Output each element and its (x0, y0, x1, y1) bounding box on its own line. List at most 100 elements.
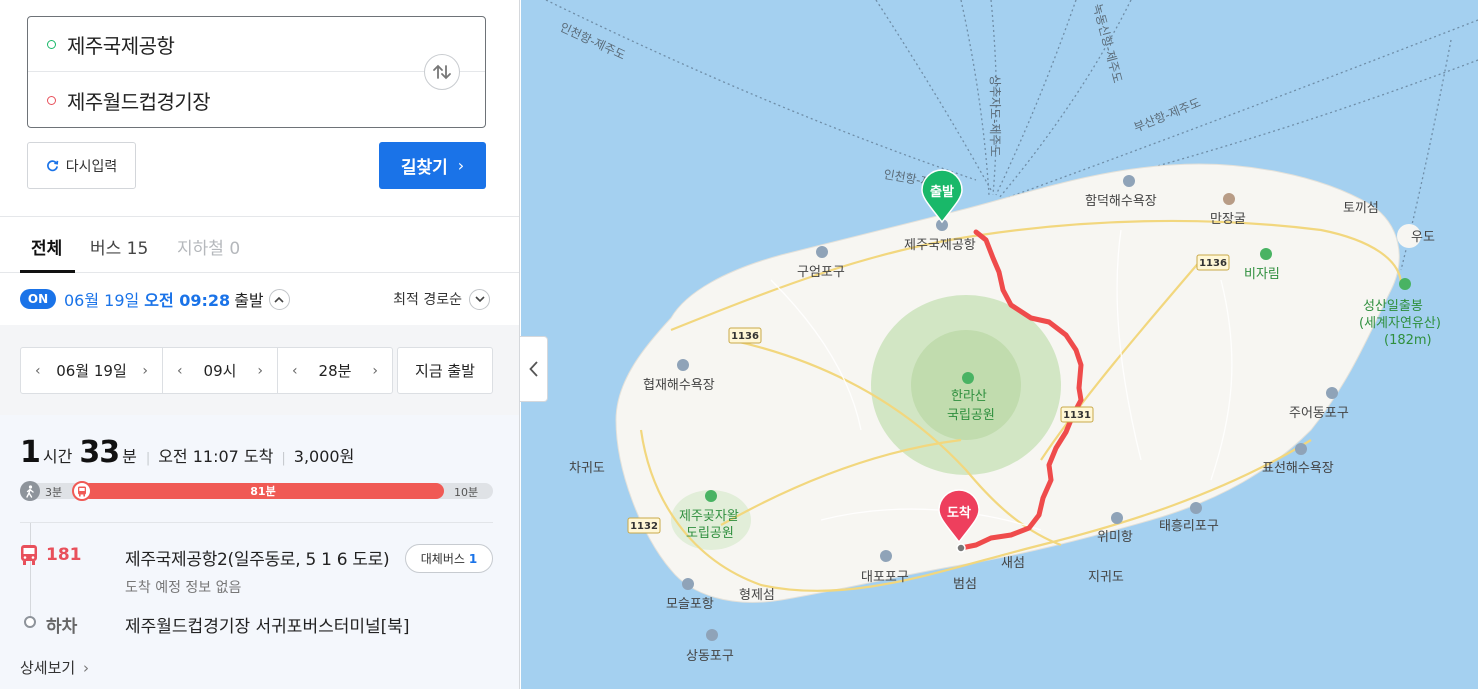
start-dot-icon (47, 39, 56, 49)
tab-bus[interactable]: 버스 15 (90, 234, 148, 259)
duration-hours: 1 (20, 435, 41, 470)
tab-subway[interactable]: 지하철 0 (177, 234, 240, 259)
beach-icon[interactable] (677, 359, 689, 371)
harbor-icon[interactable] (1190, 502, 1202, 514)
harbor-icon[interactable] (682, 578, 694, 590)
swap-button[interactable] (424, 54, 460, 90)
harbor-icon[interactable] (1111, 512, 1123, 524)
detail-link[interactable]: 상세보기 › (20, 657, 89, 678)
on-toggle[interactable]: ON (20, 289, 56, 309)
start-field[interactable]: 제주국제공항 (28, 17, 485, 72)
place-label[interactable]: (세계자연유산) (1359, 316, 1441, 331)
ferry-route-line (545, 0, 977, 181)
chevron-left-icon[interactable]: ‹ (35, 363, 41, 379)
minute-stepper[interactable]: ‹ 28분 › (277, 347, 393, 394)
place-label[interactable]: 제주곶자왈 (679, 509, 739, 524)
place-label[interactable]: 태흥리포구 (1159, 519, 1219, 534)
map-view[interactable]: 인천항-제주도 녹동신항-제주도 상추자도-제주도 부산항-제주도 인천항-제주 (521, 0, 1478, 689)
place-label[interactable]: 표선해수욕장 (1262, 461, 1334, 476)
directions-panel: 제주국제공항 제주월드컵경기장 다시입력 길찾기 › 전체 버스 15 지하철 … (0, 0, 520, 689)
bus-duration: 81분 (250, 485, 276, 498)
place-label[interactable]: 모슬포항 (666, 597, 714, 612)
hour-stepper[interactable]: ‹ 09시 › (162, 347, 278, 394)
mountain-icon[interactable] (1399, 278, 1411, 290)
date-value: 06월 19일 (56, 362, 127, 380)
sort-option[interactable]: 최적 경로순 (393, 289, 462, 309)
harbor-icon[interactable] (816, 246, 828, 258)
harbor-icon[interactable] (706, 629, 718, 641)
park-icon[interactable] (962, 372, 974, 384)
place-label[interactable]: 구엄포구 (797, 265, 845, 280)
arrival-info: 도착 예정 정보 없음 (125, 580, 242, 596)
forest-icon[interactable] (1260, 248, 1272, 260)
place-label[interactable]: 만장굴 (1210, 212, 1246, 227)
place-label[interactable]: 상동포구 (686, 649, 734, 664)
chevron-right-icon[interactable]: › (372, 363, 378, 379)
walk-end-duration: 10분 (454, 486, 479, 499)
harbor-icon[interactable] (1326, 387, 1338, 399)
park-icon[interactable] (705, 490, 717, 502)
start-location[interactable]: 제주국제공항 (67, 30, 175, 59)
alight-stop[interactable]: 제주월드컵경기장 서귀포버스터미널[북] (125, 612, 410, 637)
route-summary: 1 시간 33 분 | 오전 11:07 도착 | 3,000원 (20, 435, 354, 470)
place-label[interactable]: 지귀도 (1088, 570, 1124, 585)
chevron-left-icon[interactable]: ‹ (292, 363, 298, 379)
bus-number[interactable]: 181 (46, 545, 82, 565)
route-result[interactable]: 1 시간 33 분 | 오전 11:07 도착 | 3,000원 3분 81분 … (0, 415, 519, 689)
place-label[interactable]: 국립공원 (947, 408, 995, 423)
goal-field[interactable]: 제주월드컵경기장 (28, 73, 485, 128)
place-label[interactable]: (182m) (1384, 333, 1432, 348)
place-label[interactable]: 함덕해수욕장 (1085, 194, 1157, 209)
alight-label: 하차 (46, 617, 78, 637)
bus-step: 181 제주국제공항2(일주동로, 5 1 6 도로) 대체버스 1 (20, 543, 493, 573)
place-label[interactable]: 주어동포구 (1289, 406, 1349, 421)
place-label[interactable]: 협재해수욕장 (643, 378, 715, 393)
route-input-box: 제주국제공항 제주월드컵경기장 (27, 16, 486, 128)
road-number: 1131 (1063, 410, 1091, 421)
place-label[interactable]: 한라산 (951, 389, 987, 404)
place-label[interactable]: 위미항 (1097, 530, 1133, 545)
alt-bus-label: 대체버스 (420, 552, 465, 566)
road-number: 1136 (731, 331, 759, 342)
date-stepper[interactable]: ‹ 06월 19일 › (20, 347, 163, 394)
chevron-left-icon[interactable]: ‹ (177, 363, 183, 379)
place-label[interactable]: 성산일출봉 (1363, 299, 1423, 314)
alternative-bus-button[interactable]: 대체버스 1 (405, 544, 493, 573)
chevron-right-icon[interactable]: › (257, 363, 263, 379)
road-number: 1132 (630, 521, 658, 532)
cave-icon[interactable] (1223, 193, 1235, 205)
duration-minutes: 33 (79, 435, 120, 470)
depart-now-button[interactable]: 지금 출발 (397, 347, 493, 394)
map-canvas[interactable]: 인천항-제주도 녹동신항-제주도 상추자도-제주도 부산항-제주도 인천항-제주 (521, 0, 1478, 689)
start-marker-label: 출발 (930, 184, 954, 200)
place-label[interactable]: 범섬 (953, 577, 977, 592)
find-route-button[interactable]: 길찾기 › (379, 142, 486, 189)
place-label[interactable]: 우도 (1411, 230, 1435, 245)
reset-button[interactable]: 다시입력 (27, 142, 136, 189)
place-label[interactable]: 비자림 (1244, 267, 1280, 282)
departure-toggle-button[interactable] (268, 288, 290, 310)
chevron-left-icon (529, 361, 538, 377)
chevron-right-icon[interactable]: › (142, 363, 148, 379)
chevron-right-icon: › (82, 659, 89, 677)
chevron-up-icon (274, 296, 284, 303)
fare: 3,000원 (293, 447, 355, 466)
goal-location[interactable]: 제주월드컵경기장 (67, 86, 211, 115)
sort-dropdown-button[interactable] (469, 288, 490, 310)
place-label[interactable]: 대포포구 (861, 570, 909, 585)
beach-icon[interactable] (1123, 175, 1135, 187)
tab-all[interactable]: 전체 (31, 234, 62, 259)
place-label[interactable]: 차귀도 (569, 461, 605, 476)
harbor-icon[interactable] (880, 550, 892, 562)
place-label[interactable]: 도립공원 (686, 526, 734, 541)
place-label[interactable]: 제주국제공항 (904, 238, 976, 253)
place-label[interactable]: 토끼섬 (1343, 201, 1379, 216)
board-stop[interactable]: 제주국제공항2(일주동로, 5 1 6 도로) (125, 545, 390, 570)
minute-value: 28분 (318, 362, 352, 380)
beach-icon[interactable] (1295, 443, 1307, 455)
road-number: 1136 (1199, 258, 1227, 269)
departure-row: ON 06월 19일 오전 09:28 출발 최적 경로순 (0, 273, 519, 325)
place-label[interactable]: 형제섬 (739, 588, 775, 603)
place-label[interactable]: 새섬 (1001, 556, 1025, 571)
collapse-panel-button[interactable] (520, 336, 548, 402)
